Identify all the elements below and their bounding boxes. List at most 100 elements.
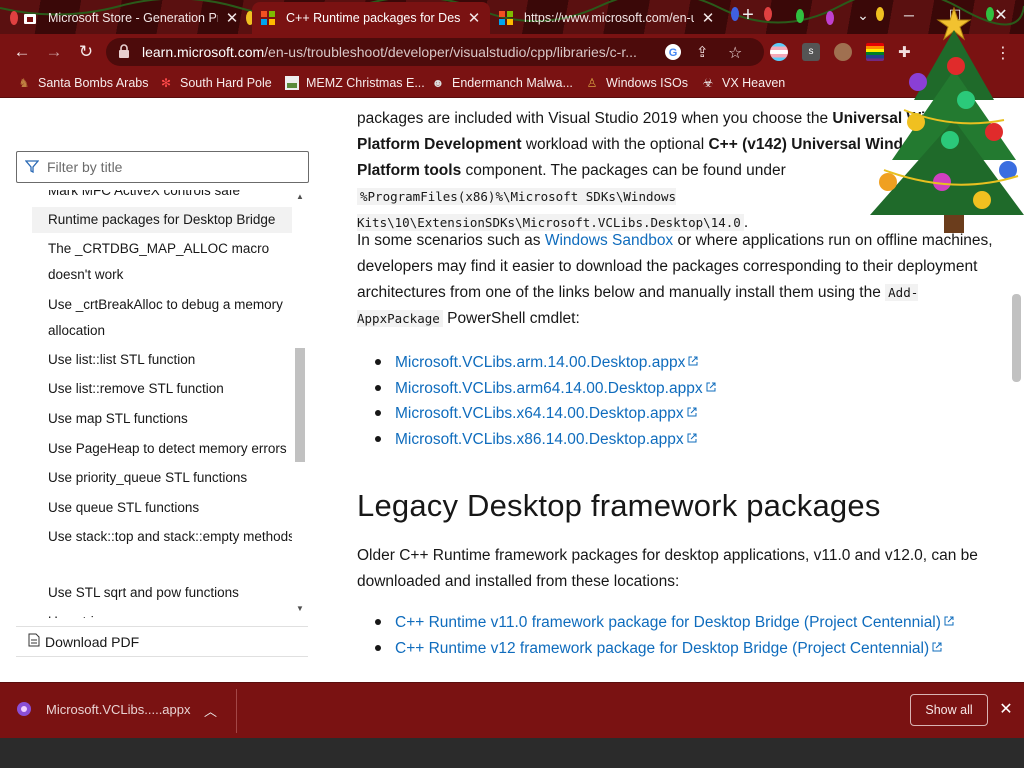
- bookmark-label: MEMZ Christmas E...: [306, 76, 425, 90]
- toc-item[interactable]: Use stack::top and stack::empty methods: [48, 524, 292, 550]
- list-item: Microsoft.VCLibs.arm64.14.00.Desktop.app…: [357, 375, 716, 401]
- raccoon-icon: ☻: [431, 76, 445, 90]
- toc-item[interactable]: Use _crtBreakAlloc to debug a memory all…: [48, 292, 292, 343]
- bookmark-south-hard-pole[interactable]: ✻ South Hard Pole: [158, 75, 272, 91]
- legacy-packages-heading: Legacy Desktop framework packages: [357, 488, 881, 523]
- bookmark-label: Windows ISOs: [606, 76, 688, 90]
- tab-microsoft-store[interactable]: Microsoft Store - Generation Project ✕: [14, 2, 248, 34]
- appx-package-icon: [16, 701, 32, 717]
- toc-scrollbar-thumb[interactable]: [295, 348, 305, 462]
- address-bar[interactable]: learn.microsoft.com/en-us/troubleshoot/d…: [106, 38, 764, 66]
- bookmark-vx-heaven[interactable]: ☣ VX Heaven: [700, 75, 786, 91]
- download-pdf-link[interactable]: Download PDF: [28, 633, 139, 650]
- bookmark-label: Endermanch Malwa...: [452, 76, 573, 90]
- close-icon[interactable]: ✕: [700, 9, 716, 27]
- page-scrollbar-thumb[interactable]: [1012, 294, 1021, 382]
- back-arrow-icon[interactable]: ←: [8, 38, 36, 66]
- puzzle-extensions-icon[interactable]: ✚: [898, 43, 916, 61]
- vclibs-x86-link[interactable]: Microsoft.VCLibs.x86.14.00.Desktop.appx: [395, 431, 684, 448]
- list-item: Microsoft.VCLibs.arm.14.00.Desktop.appx: [357, 349, 716, 375]
- toc-item[interactable]: Use priority_queue STL functions: [48, 465, 292, 491]
- bookmark-endermanch-malware[interactable]: ☻ Endermanch Malwa...: [430, 75, 573, 91]
- text: component. The packages can be found und…: [461, 162, 786, 179]
- toc-item[interactable]: The _CRTDBG_MAP_ALLOC macro doesn't work: [48, 236, 292, 287]
- toc-item[interactable]: Use queue STL functions: [48, 495, 292, 521]
- bookmark-label: VX Heaven: [722, 76, 786, 90]
- microsoft-icon: [260, 10, 276, 26]
- filter-placeholder: Filter by title: [47, 159, 123, 175]
- list-item: C++ Runtime v11.0 framework package for …: [357, 609, 954, 635]
- download-pdf-label: Download PDF: [45, 633, 140, 650]
- bookmark-memz-christmas[interactable]: MEMZ Christmas E...: [284, 75, 425, 91]
- vclibs-link-list: Microsoft.VCLibs.arm.14.00.Desktop.appx …: [357, 349, 716, 451]
- gnome-icon: ♙: [586, 76, 598, 90]
- close-icon[interactable]: ✕: [224, 9, 240, 27]
- external-link-icon: [688, 349, 698, 375]
- extension-flag-icon[interactable]: [770, 43, 788, 61]
- tab-microsoft-com[interactable]: https://www.microsoft.com/en-us ✕: [490, 2, 724, 34]
- google-icon[interactable]: G: [664, 43, 682, 61]
- tab-strip: Microsoft Store - Generation Project ✕ C…: [0, 0, 1024, 34]
- download-item[interactable]: Microsoft.VCLibs.....appx: [16, 701, 191, 717]
- maximize-button[interactable]: ☐: [932, 0, 978, 30]
- list-item: Microsoft.VCLibs.x64.14.00.Desktop.appx: [357, 400, 716, 426]
- menu-dots-icon[interactable]: ⋮: [994, 43, 1012, 62]
- tab-search-chevron-icon[interactable]: ⌄: [840, 0, 886, 30]
- page-scrollbar[interactable]: [1010, 98, 1022, 682]
- external-link-icon: [706, 375, 716, 401]
- new-tab-button[interactable]: +: [734, 0, 762, 30]
- list-item: C++ Runtime v12 framework package for De…: [357, 635, 954, 661]
- extension-avatar-icon[interactable]: [834, 43, 852, 61]
- close-icon[interactable]: ✕: [996, 699, 1016, 719]
- toc-item[interactable]: Use STL sqrt and pow functions: [48, 580, 292, 606]
- tab-label: Microsoft Store - Generation Project: [48, 11, 218, 25]
- url-text: learn.microsoft.com/en-us/troubleshoot/d…: [142, 44, 637, 60]
- toc-scrollbar[interactable]: ▲ ▼: [294, 190, 306, 618]
- divider: [16, 626, 308, 627]
- extension-s-icon[interactable]: s: [802, 43, 820, 61]
- bookmark-label: Santa Bombs Arabs: [38, 76, 149, 90]
- toc-item[interactable]: Use list::list STL function: [48, 347, 292, 373]
- minimize-button[interactable]: ─: [886, 0, 932, 30]
- share-icon[interactable]: ⇪: [696, 43, 714, 61]
- text: In some scenarios such as: [357, 232, 545, 249]
- close-icon[interactable]: ✕: [466, 9, 482, 27]
- star-bookmark-icon[interactable]: ☆: [728, 43, 746, 62]
- vclibs-arm64-link[interactable]: Microsoft.VCLibs.arm64.14.00.Desktop.app…: [395, 380, 703, 397]
- runtime-v12-link[interactable]: C++ Runtime v12 framework package for De…: [395, 640, 929, 657]
- text: PowerShell cmdlet:: [442, 310, 580, 327]
- toc-item[interactable]: Use map STL functions: [48, 406, 292, 432]
- svg-text:G: G: [669, 47, 678, 59]
- extension-rainbow-icon[interactable]: [866, 43, 884, 61]
- table-of-contents: Mark MFC ActiveX controls safe Runtime p…: [16, 190, 292, 618]
- toc-item-active[interactable]: Runtime packages for Desktop Bridge: [32, 207, 292, 233]
- divider: [16, 656, 308, 657]
- forward-arrow-icon[interactable]: →: [40, 38, 68, 66]
- runtime-v11-link[interactable]: C++ Runtime v11.0 framework package for …: [395, 614, 941, 631]
- filter-funnel-icon: [24, 159, 40, 176]
- filter-by-title-input[interactable]: Filter by title: [16, 151, 309, 183]
- download-filename: Microsoft.VCLibs.....appx: [46, 701, 191, 717]
- toc-item[interactable]: Mark MFC ActiveX controls safe: [48, 190, 292, 204]
- bookmark-santa-bombs-arabs[interactable]: ♞ Santa Bombs Arabs: [16, 75, 149, 91]
- scroll-up-arrow-icon[interactable]: ▲: [294, 192, 306, 201]
- show-all-button[interactable]: Show all: [910, 694, 988, 726]
- windows-sandbox-link[interactable]: Windows Sandbox: [545, 232, 673, 249]
- tab-label: C++ Runtime packages for Desktop Bridge: [286, 11, 460, 25]
- biohazard-icon: ☣: [702, 76, 714, 90]
- vclibs-arm-link[interactable]: Microsoft.VCLibs.arm.14.00.Desktop.appx: [395, 354, 685, 371]
- close-window-button[interactable]: ✕: [978, 0, 1024, 30]
- vclibs-x64-link[interactable]: Microsoft.VCLibs.x64.14.00.Desktop.appx: [395, 405, 684, 422]
- reload-icon[interactable]: ↻: [72, 38, 100, 66]
- tab-cpp-runtime-packages[interactable]: C++ Runtime packages for Desktop Bridge …: [252, 2, 490, 34]
- bookmark-label: South Hard Pole: [180, 76, 272, 90]
- scroll-down-arrow-icon[interactable]: ▼: [294, 604, 306, 613]
- toc-item[interactable]: Use string arrays: [48, 609, 292, 618]
- bookmark-windows-isos[interactable]: ♙ Windows ISOs: [584, 75, 688, 91]
- chevron-up-icon[interactable]: ︿: [204, 701, 217, 720]
- text: workload with the optional: [521, 136, 709, 153]
- store-icon: [22, 10, 38, 26]
- legacy-link-list: C++ Runtime v11.0 framework package for …: [357, 609, 954, 660]
- toc-item[interactable]: Use PageHeap to detect memory errors: [48, 436, 292, 462]
- toc-item[interactable]: Use list::remove STL function: [48, 376, 292, 402]
